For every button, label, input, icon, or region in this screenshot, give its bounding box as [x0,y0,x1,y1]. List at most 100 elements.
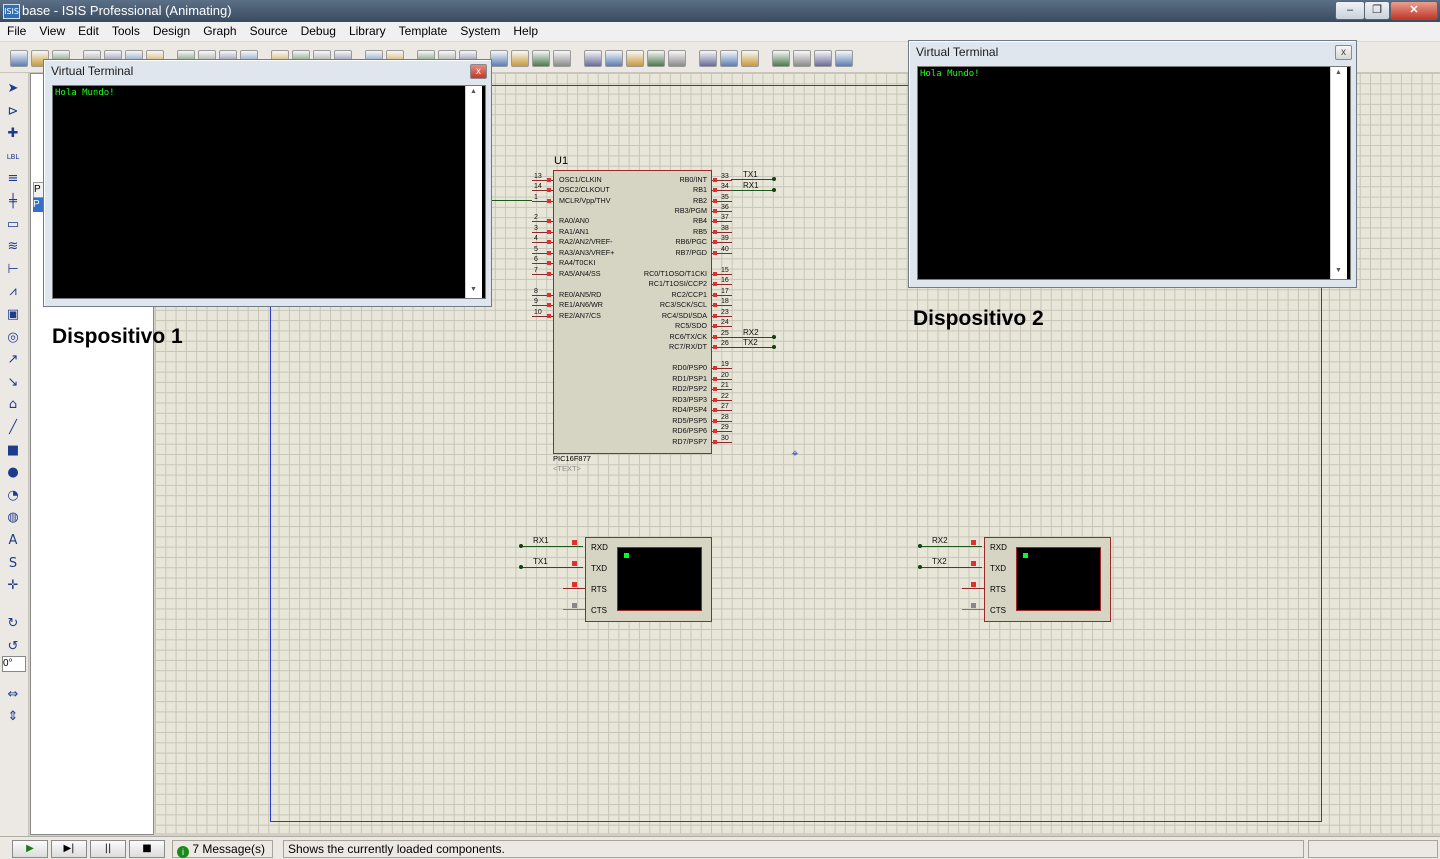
menu-file[interactable]: File [0,22,32,38]
pin-name: RA5/AN4/SS [559,269,601,278]
vt1-scrollbar[interactable]: ▲ ▼ [465,86,482,298]
step-button[interactable]: ▶| [51,840,87,858]
box-icon[interactable]: ■ [5,443,21,459]
scroll-up-icon[interactable]: ▲ [470,88,477,95]
scroll-down-icon[interactable]: ▼ [470,286,477,293]
messages-field[interactable]: i 7 Message(s) [172,840,273,858]
vt1-output-area[interactable]: Hola Mundo! ▲ ▼ [52,85,486,299]
pin-marker [713,419,717,423]
arc-icon[interactable]: ◔ [5,488,21,504]
selection-mode-icon[interactable]: ➤ [5,81,21,97]
line-icon[interactable]: ╱ [5,420,21,436]
text-icon[interactable]: A [5,533,21,549]
wire-end-dot [918,544,922,548]
flip-v-icon[interactable]: ⇕ [5,709,21,725]
maximize-button[interactable]: ❐ [1364,1,1390,20]
pick-device-icon[interactable] [584,50,602,67]
play-button[interactable]: ▶ [12,840,48,858]
pin-name: RB3/PGM [674,206,707,215]
netlist-icon[interactable] [741,50,759,67]
junction-dot-icon[interactable]: ✚ [5,126,21,142]
wire-label-icon[interactable]: LBL [5,149,21,165]
menu-library[interactable]: Library [342,22,392,38]
text-script-icon[interactable]: ≡ [5,171,21,187]
circle-icon[interactable]: ● [5,465,21,481]
pin-number: 24 [721,319,729,326]
terminals-icon[interactable]: ≋ [5,239,21,255]
net-label-rx2: RX2 [743,328,759,337]
rotate-ccw-icon[interactable]: ↺ [5,639,21,655]
stop-button[interactable]: ■ [129,840,165,858]
property-icon[interactable] [720,50,738,67]
pin-marker [971,540,976,545]
pin-number: 28 [721,414,729,421]
block-rotate-icon[interactable] [532,50,550,67]
info-icon: i [177,846,189,858]
export-netlist-icon[interactable] [835,50,853,67]
rotation-field[interactable]: 0° [2,656,26,672]
menu-design[interactable]: Design [146,22,196,38]
close-button[interactable]: ✕ [1390,1,1438,20]
marker-icon[interactable]: ✛ [5,578,21,594]
scroll-down-icon[interactable]: ▼ [1335,267,1342,274]
virtual-terminal-window-1[interactable]: Virtual Terminal x Hola Mundo! ▲ ▼ [43,59,492,307]
package-icon[interactable] [626,50,644,67]
net-label-rx1: RX1 [743,181,759,190]
bus-icon[interactable]: ╪ [5,194,21,210]
subcircuit-icon[interactable]: ▭ [5,217,21,233]
rotate-cw-icon[interactable]: ↻ [5,616,21,632]
device-panel-selected-item[interactable]: P [33,198,43,212]
vt2-output-area[interactable]: Hola Mundo! ▲ ▼ [917,66,1351,280]
flip-h-icon[interactable]: ⇔ [5,687,21,703]
path-icon[interactable]: ◍ [5,510,21,526]
graph-mode-icon[interactable]: ⩘ [5,284,21,300]
vt2-close-button[interactable]: x [1335,45,1352,60]
minimize-button[interactable]: – [1335,1,1365,20]
erc-icon[interactable] [793,50,811,67]
pin-marker [547,303,551,307]
pin-marker [713,398,717,402]
virtual-terminal-component-2[interactable]: RXD TXD RTS CTS [984,537,1111,622]
menu-edit[interactable]: Edit [71,22,105,38]
component-mode-icon[interactable]: ⊳ [5,104,21,120]
new-icon[interactable] [10,50,28,67]
menu-debug[interactable]: Debug [294,22,342,38]
device-pins-icon[interactable]: ⊢ [5,262,21,278]
menu-source[interactable]: Source [243,22,294,38]
menu-graph[interactable]: Graph [196,22,242,38]
vt2-output-text: Hola Mundo! [920,69,980,79]
block-copy-icon[interactable] [490,50,508,67]
voltage-probe-icon[interactable]: ↗ [5,352,21,368]
vt2-scrollbar[interactable]: ▲ ▼ [1330,67,1347,279]
pin-number: 39 [721,235,729,242]
virtual-instruments-icon[interactable]: ⌂ [5,397,21,413]
decompose-icon[interactable] [647,50,665,67]
tape-recorder-icon[interactable]: ▣ [5,307,21,323]
virtual-terminal-component-1[interactable]: RXD TXD RTS CTS [585,537,712,622]
bom-icon[interactable] [772,50,790,67]
search-icon[interactable] [699,50,717,67]
scroll-up-icon[interactable]: ▲ [1335,69,1342,76]
block-move-icon[interactable] [511,50,529,67]
menu-template[interactable]: Template [392,22,454,38]
symbol-icon[interactable]: S [5,556,21,572]
virtual-terminal-window-2[interactable]: Virtual Terminal x Hola Mundo! ▲ ▼ [908,40,1357,288]
block-delete-icon[interactable] [553,50,571,67]
current-probe-icon[interactable]: ↘ [5,375,21,391]
pin-stub [563,609,585,610]
pin-marker [572,561,577,566]
pause-button[interactable]: || [90,840,126,858]
menu-system[interactable]: System [453,22,506,38]
generator-icon[interactable]: ◎ [5,330,21,346]
net-label-rx2-vt: RX2 [932,536,948,545]
pin-marker [547,178,551,182]
menu-help[interactable]: Help [506,22,544,38]
vt1-close-button[interactable]: x [470,64,487,79]
menu-tools[interactable]: Tools [105,22,146,38]
menu-view[interactable]: View [32,22,71,38]
make-device-icon[interactable] [605,50,623,67]
wire-autoroute-icon[interactable] [668,50,686,67]
pin-marker [713,429,717,433]
wire-vt2-txd [920,567,982,568]
ares-icon[interactable] [814,50,832,67]
